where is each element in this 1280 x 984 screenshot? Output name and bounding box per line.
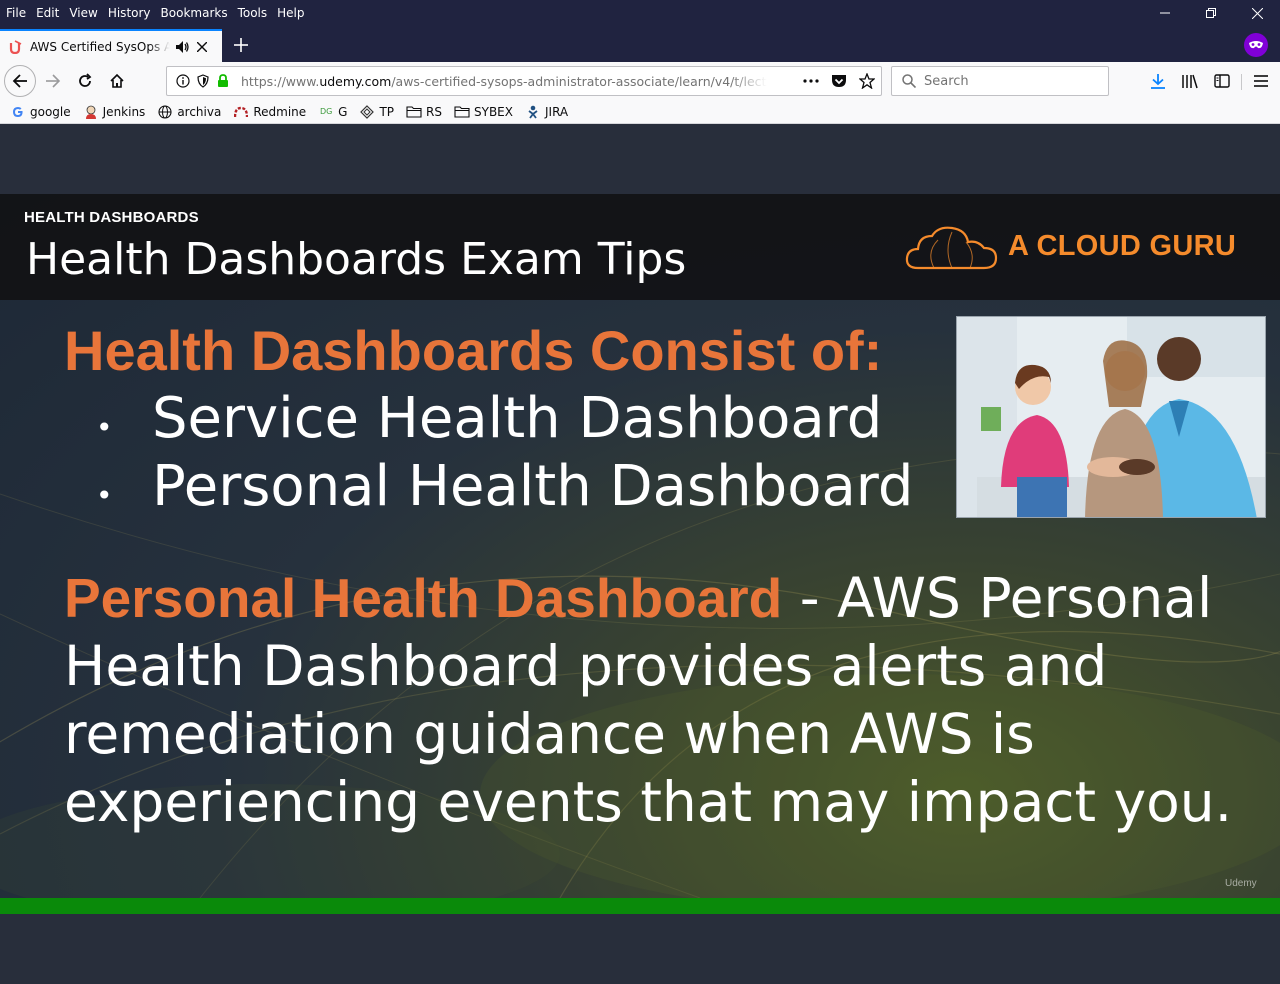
video-progress-fill	[0, 898, 1280, 914]
bullet-item: • Service Health Dashboard	[96, 386, 882, 451]
slide-title: Health Dashboards Exam Tips	[26, 234, 687, 285]
library-icon	[1182, 74, 1198, 89]
reload-icon	[79, 73, 92, 87]
downloads-button[interactable]	[1145, 68, 1171, 94]
folder-icon	[406, 104, 422, 120]
bookmark-jenkins[interactable]: Jenkins	[83, 104, 145, 120]
tracking-shield-icon[interactable]	[195, 73, 211, 89]
minimize-icon	[1160, 12, 1170, 14]
reload-button[interactable]	[70, 66, 100, 96]
slide-section-label: HEALTH DASHBOARDS	[24, 209, 199, 226]
speaker-icon[interactable]	[174, 39, 190, 55]
folder-icon	[454, 104, 470, 120]
menu-tools[interactable]: Tools	[233, 3, 273, 23]
lock-icon[interactable]	[215, 73, 231, 89]
consist-heading: Health Dashboards Consist of:	[64, 319, 883, 382]
search-placeholder: Search	[924, 74, 969, 89]
redmine-icon	[233, 104, 249, 120]
url-bar[interactable]: https://www.udemy.com/aws-certified-syso…	[166, 66, 882, 96]
menu-button[interactable]	[1248, 68, 1274, 94]
home-icon	[110, 73, 124, 88]
sidebar-icon	[1214, 74, 1230, 88]
restore-icon	[1206, 8, 1216, 18]
menu-history[interactable]: History	[103, 3, 156, 23]
search-icon	[901, 73, 917, 89]
google-icon	[10, 104, 26, 120]
bookmarks-toolbar: google Jenkins archiva Redmine DG G TP R…	[0, 100, 1280, 124]
bookmark-archiva[interactable]: archiva	[157, 104, 221, 120]
tab-active[interactable]: AWS Certified SysOps Administrator - Ass…	[0, 29, 222, 62]
page-content: HEALTH DASHBOARDS Health Dashboards Exam…	[0, 124, 1280, 984]
bookmark-redmine[interactable]: Redmine	[233, 104, 306, 120]
bullet-text: Service Health Dashboard	[152, 386, 883, 451]
menu-bar: File Edit View History Bookmarks Tools H…	[0, 0, 1280, 26]
navigation-bar: https://www.udemy.com/aws-certified-syso…	[0, 62, 1280, 100]
menu-edit[interactable]: Edit	[31, 3, 64, 23]
doctor-patient-photo	[956, 316, 1266, 518]
tab-strip: AWS Certified SysOps Administrator - Ass…	[0, 26, 1280, 62]
video-player[interactable]: HEALTH DASHBOARDS Health Dashboards Exam…	[0, 194, 1280, 898]
bullet-text: Personal Health Dashboard	[152, 454, 914, 519]
back-arrow-icon	[12, 74, 27, 88]
menu-view[interactable]: View	[64, 3, 102, 23]
toolbar-separator	[1241, 74, 1242, 90]
globe-icon	[157, 104, 173, 120]
bookmark-google[interactable]: google	[10, 104, 71, 120]
private-browsing-icon	[1244, 33, 1268, 57]
info-icon[interactable]	[175, 73, 191, 89]
back-button[interactable]	[4, 65, 36, 97]
bookmark-folder-sybex[interactable]: SYBEX	[454, 104, 513, 120]
bookmark-folder-rs[interactable]: RS	[406, 104, 442, 120]
diamond-icon	[359, 104, 375, 120]
close-tab-button[interactable]	[194, 39, 210, 55]
search-bar[interactable]: Search	[891, 66, 1109, 96]
restore-button[interactable]	[1188, 0, 1234, 26]
tab-title: AWS Certified SysOps Administrator - Ass…	[30, 39, 170, 54]
video-progress-bar[interactable]	[0, 898, 1280, 914]
pocket-icon[interactable]	[831, 73, 847, 89]
plus-icon	[234, 38, 248, 52]
sidebar-button[interactable]	[1209, 68, 1235, 94]
bullet-dot: •	[96, 411, 113, 444]
slide-description: Personal Health Dashboard - AWS Personal…	[64, 564, 1254, 836]
udemy-icon	[8, 39, 24, 55]
library-button[interactable]	[1177, 68, 1203, 94]
bookmark-g[interactable]: DG G	[318, 104, 348, 120]
home-button[interactable]	[102, 66, 132, 96]
description-accent: Personal Health Dashboard	[64, 567, 783, 629]
close-window-button[interactable]	[1234, 0, 1280, 26]
close-icon	[1251, 7, 1263, 19]
close-tab-icon	[197, 41, 207, 52]
bookmark-star-icon[interactable]	[859, 73, 875, 89]
forward-button[interactable]	[38, 66, 68, 96]
jenkins-icon	[83, 104, 99, 120]
slide-header: HEALTH DASHBOARDS Health Dashboards Exam…	[0, 194, 1280, 300]
udemy-watermark: Udemy	[1225, 878, 1257, 889]
hamburger-icon	[1254, 75, 1268, 87]
brand-name: A CLOUD GURU	[1008, 230, 1237, 262]
url-text[interactable]: https://www.udemy.com/aws-certified-syso…	[241, 74, 767, 89]
download-icon	[1151, 74, 1165, 89]
bullet-item: • Personal Health Dashboard	[96, 454, 913, 519]
menu-help[interactable]: Help	[272, 3, 309, 23]
cloud-guru-logo-icon	[905, 226, 998, 270]
menu-file[interactable]: File	[0, 3, 31, 23]
window-controls	[1142, 0, 1280, 26]
new-tab-button[interactable]	[229, 33, 253, 57]
jira-icon	[525, 104, 541, 120]
page-actions-icon[interactable]	[803, 73, 819, 89]
dg-icon: DG	[319, 107, 333, 116]
forward-arrow-icon	[46, 74, 61, 88]
minimize-button[interactable]	[1142, 0, 1188, 26]
menu-bookmarks[interactable]: Bookmarks	[156, 3, 233, 23]
bullet-dot: •	[96, 479, 113, 512]
bookmark-tp[interactable]: TP	[359, 104, 394, 120]
bookmark-jira[interactable]: JIRA	[525, 104, 568, 120]
